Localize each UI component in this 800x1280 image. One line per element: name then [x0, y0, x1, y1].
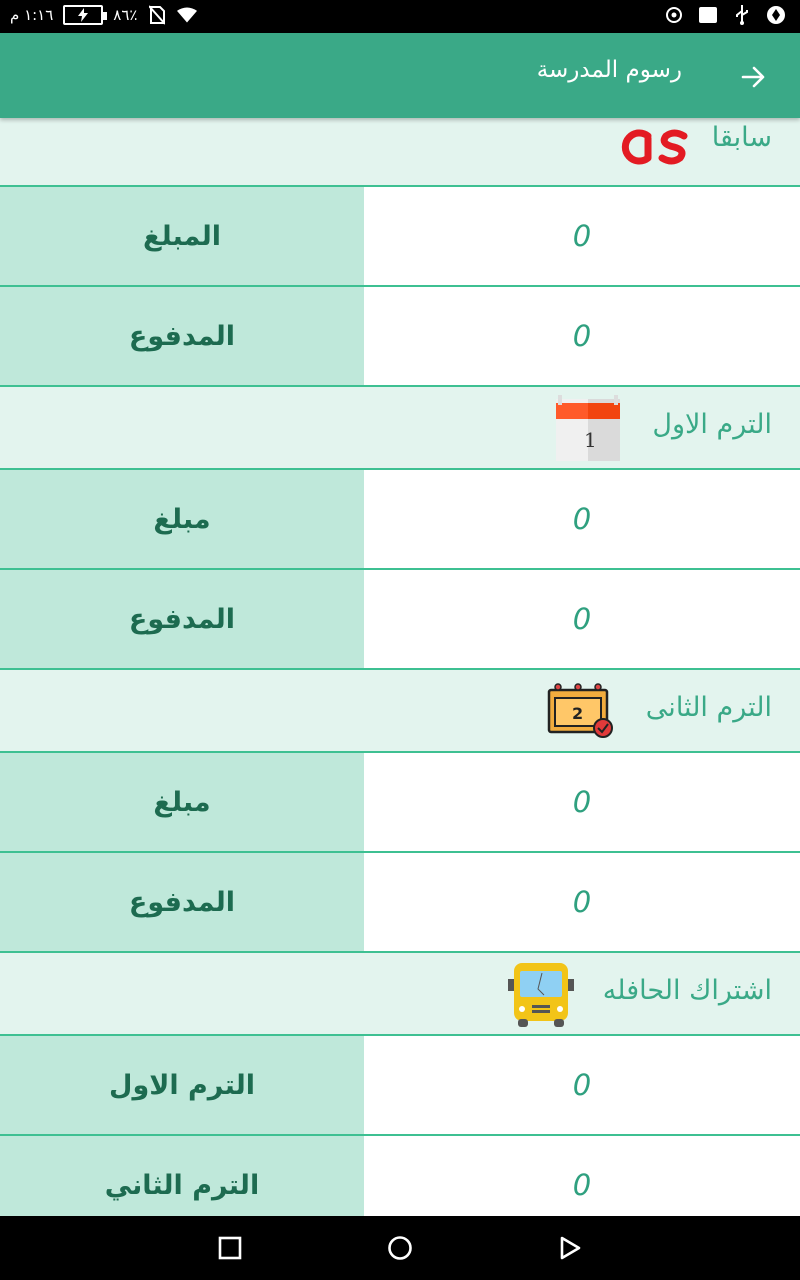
row-value: 0	[364, 1136, 800, 1216]
sync-icon	[664, 5, 684, 25]
section-title: الترم الثانى	[645, 692, 772, 723]
section-title: الترم الاول	[652, 409, 772, 440]
arrow-right-icon	[741, 66, 765, 88]
screenshot-icon	[698, 5, 718, 25]
row-value: 0	[364, 470, 800, 568]
section-header-bus-subscription: اشتراك الحافله	[0, 953, 800, 1036]
no-sim-icon	[147, 5, 167, 25]
row-label: مبلغ	[0, 470, 364, 568]
calendar-day-text: 2	[572, 704, 583, 723]
table-row: المدفوع 0	[0, 853, 800, 953]
row-label: المدفوع	[0, 853, 364, 951]
table-row: مبلغ 0	[0, 753, 800, 853]
row-value: 0	[364, 1036, 800, 1134]
navigation-bar	[0, 1216, 800, 1280]
table-row: مبلغ 0	[0, 470, 800, 570]
battery-percent: ٨٦٪	[113, 6, 138, 24]
table-row: المدفوع 0	[0, 287, 800, 387]
calendar-1-icon: 1	[554, 395, 622, 467]
section-header-previous: سابقا	[0, 118, 800, 187]
row-value: 0	[364, 287, 800, 385]
section-header-first-term: الترم الاول 1	[0, 387, 800, 470]
wifi-icon	[177, 5, 198, 25]
lastfm-logo-icon	[618, 122, 690, 174]
page-title: رسوم المدرسة	[536, 57, 682, 83]
row-label: مبلغ	[0, 753, 364, 851]
section-title: سابقا	[711, 122, 772, 153]
aperture-icon	[766, 5, 786, 25]
square-icon	[218, 1236, 242, 1260]
back-nav-button[interactable]	[552, 1230, 588, 1266]
table-row: المبلغ 0	[0, 187, 800, 287]
row-value: 0	[364, 853, 800, 951]
circle-icon	[388, 1236, 412, 1260]
status-left: ١:١٦ م ٨٦٪	[10, 5, 198, 25]
usb-icon	[732, 5, 752, 25]
section-header-second-term: الترم الثانى 2	[0, 670, 800, 753]
status-bar: ١:١٦ م ٨٦٪	[0, 0, 800, 33]
row-label: الترم الاول	[0, 1036, 364, 1134]
battery-icon	[63, 5, 108, 25]
fees-list[interactable]: سابقا المبلغ 0 المدفوع 0 الترم الاول 1 م…	[0, 118, 800, 1216]
row-label: المدفوع	[0, 570, 364, 668]
row-value: 0	[364, 753, 800, 851]
clock: ١:١٦ م	[10, 6, 54, 24]
row-value: 0	[364, 570, 800, 668]
app-bar: رسوم المدرسة	[0, 33, 800, 118]
triangle-icon	[560, 1236, 581, 1260]
calendar-2-icon: 2	[546, 682, 616, 746]
row-label: المبلغ	[0, 187, 364, 285]
back-button[interactable]	[734, 57, 774, 97]
table-row: الترم الاول 0	[0, 1036, 800, 1136]
table-row: المدفوع 0	[0, 570, 800, 670]
calendar-day-text: 1	[584, 428, 597, 452]
home-button[interactable]	[382, 1230, 418, 1266]
recents-button[interactable]	[212, 1230, 248, 1266]
section-title: اشتراك الحافله	[602, 975, 772, 1006]
table-row: الترم الثاني 0	[0, 1136, 800, 1216]
bus-icon	[506, 959, 576, 1033]
row-label: الترم الثاني	[0, 1136, 364, 1216]
status-right	[664, 5, 786, 25]
row-value: 0	[364, 187, 800, 285]
row-label: المدفوع	[0, 287, 364, 385]
